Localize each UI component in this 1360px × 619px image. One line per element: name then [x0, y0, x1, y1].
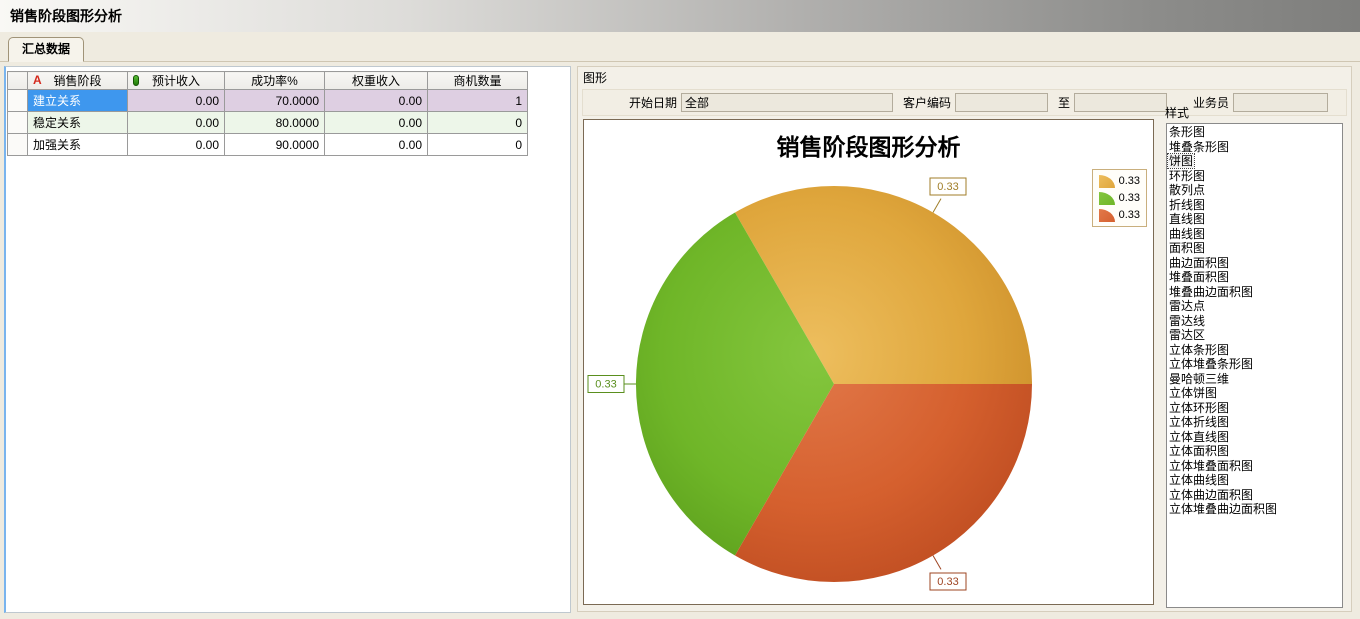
style-list-item[interactable]: 立体面积图	[1168, 444, 1342, 459]
col-header-expected-income[interactable]: 预计收入	[128, 72, 225, 90]
numeric-field-icon	[133, 75, 139, 86]
style-list-item[interactable]: 堆叠曲边面积图	[1168, 285, 1342, 300]
style-list-item[interactable]: 面积图	[1168, 241, 1342, 256]
col-header-sales-stage[interactable]: A 销售阶段	[28, 72, 128, 90]
style-list-item[interactable]: 环形图	[1168, 169, 1342, 184]
table-cell[interactable]: 0.00	[325, 112, 428, 134]
window-title: 销售阶段图形分析	[0, 6, 122, 26]
table-row: 建立关系0.0070.00000.001	[8, 90, 528, 112]
chart-legend: 0.33 0.33 0.33	[1092, 169, 1147, 227]
style-list-item[interactable]: 堆叠面积图	[1168, 270, 1342, 285]
style-list-item[interactable]: 曲边面积图	[1168, 256, 1342, 271]
customer-code-input[interactable]	[955, 93, 1048, 112]
style-list-item[interactable]: 曼哈顿三维	[1168, 372, 1342, 387]
legend-entry: 0.33	[1099, 174, 1140, 188]
customer-code-to-input[interactable]	[1074, 93, 1167, 112]
tab-bar: 汇总数据	[0, 32, 1360, 62]
col-header-weighted-income[interactable]: 权重收入	[325, 72, 428, 90]
row-selector-header[interactable]	[8, 72, 28, 90]
col-header-label: 权重收入	[352, 74, 400, 88]
table-row: 稳定关系0.0080.00000.000	[8, 112, 528, 134]
style-list-item[interactable]: 立体环形图	[1168, 401, 1342, 416]
content-area: A 销售阶段 预计收入 成功率% 权重收入 商机数量	[0, 62, 1360, 619]
row-selector[interactable]	[8, 90, 28, 112]
table-cell[interactable]: 0.00	[325, 134, 428, 156]
style-list-item[interactable]: 雷达区	[1168, 328, 1342, 343]
col-header-label: 商机数量	[453, 74, 501, 88]
style-list-item[interactable]: 立体曲线图	[1168, 473, 1342, 488]
table-cell[interactable]: 0.00	[325, 90, 428, 112]
style-list[interactable]: 条形图堆叠条形图饼图环形图散列点折线图直线图曲线图面积图曲边面积图堆叠面积图堆叠…	[1166, 123, 1343, 608]
col-header-label: 销售阶段	[53, 74, 101, 88]
table-cell[interactable]: 0.00	[128, 112, 225, 134]
grid-body: 建立关系0.0070.00000.001稳定关系0.0080.00000.000…	[8, 90, 528, 156]
legend-entry: 0.33	[1099, 191, 1140, 205]
start-date-label: 开始日期	[629, 94, 677, 111]
style-list-item[interactable]: 散列点	[1168, 183, 1342, 198]
col-header-label: 预计收入	[152, 74, 200, 88]
window-titlebar: 销售阶段图形分析	[0, 0, 1360, 32]
col-header-label: 成功率%	[251, 74, 298, 88]
slice-label: 0.33	[937, 181, 958, 193]
style-list-item[interactable]: 曲线图	[1168, 227, 1342, 242]
label-leader-line	[933, 555, 941, 569]
style-list-item[interactable]: 饼图	[1168, 154, 1342, 169]
col-header-opportunity-count[interactable]: 商机数量	[428, 72, 528, 90]
style-list-item[interactable]: 立体堆叠条形图	[1168, 357, 1342, 372]
style-list-item[interactable]: 雷达线	[1168, 314, 1342, 329]
style-group-label: 样式	[1163, 103, 1349, 123]
table-header-row: A 销售阶段 预计收入 成功率% 权重收入 商机数量	[8, 72, 528, 90]
style-list-item[interactable]: 堆叠条形图	[1168, 140, 1342, 155]
table-row: 加强关系0.0090.00000.000	[8, 134, 528, 156]
style-list-item[interactable]: 立体曲边面积图	[1168, 488, 1342, 503]
table-cell[interactable]: 70.0000	[225, 90, 325, 112]
chart-title: 销售阶段图形分析	[584, 128, 1153, 162]
graph-panel: 图形 开始日期 客户编码 至 业务员 0.330.330.33 销售阶段图形分析…	[577, 66, 1352, 612]
legend-swatch-icon	[1099, 209, 1115, 222]
summary-grid-pane: A 销售阶段 预计收入 成功率% 权重收入 商机数量	[4, 66, 571, 613]
legend-label: 0.33	[1119, 192, 1140, 204]
slice-label: 0.33	[937, 576, 958, 588]
legend-label: 0.33	[1119, 175, 1140, 187]
to-label: 至	[1058, 94, 1070, 111]
table-cell[interactable]: 80.0000	[225, 112, 325, 134]
legend-swatch-icon	[1099, 192, 1115, 205]
table-cell[interactable]: 1	[428, 90, 528, 112]
style-list-item[interactable]: 条形图	[1168, 125, 1342, 140]
table-cell[interactable]: 加强关系	[28, 134, 128, 156]
summary-table: A 销售阶段 预计收入 成功率% 权重收入 商机数量	[7, 71, 528, 156]
table-cell[interactable]: 0	[428, 112, 528, 134]
customer-code-label: 客户编码	[903, 94, 951, 111]
start-date-input[interactable]	[681, 93, 893, 112]
table-cell[interactable]: 稳定关系	[28, 112, 128, 134]
style-list-item[interactable]: 折线图	[1168, 198, 1342, 213]
style-list-item[interactable]: 立体堆叠面积图	[1168, 459, 1342, 474]
legend-entry: 0.33	[1099, 208, 1140, 222]
pie-chart: 0.33 0.33 0.33	[584, 120, 1155, 606]
style-list-item[interactable]: 立体堆叠曲边面积图	[1168, 502, 1342, 517]
row-selector[interactable]	[8, 112, 28, 134]
table-cell[interactable]: 0.00	[128, 134, 225, 156]
graph-group-label: 图形	[578, 67, 1351, 89]
legend-swatch-icon	[1099, 175, 1115, 188]
style-panel: 样式 条形图堆叠条形图饼图环形图散列点折线图直线图曲线图面积图曲边面积图堆叠面积…	[1163, 103, 1349, 609]
col-header-success-rate[interactable]: 成功率%	[225, 72, 325, 90]
style-list-item[interactable]: 立体条形图	[1168, 343, 1342, 358]
tab-summary-data[interactable]: 汇总数据	[8, 37, 84, 62]
row-selector[interactable]	[8, 134, 28, 156]
style-list-item[interactable]: 直线图	[1168, 212, 1342, 227]
label-leader-line	[933, 199, 941, 213]
chart-area: 0.33 0.33 0.33 销售阶段图形分析 0.33 0.33 0.33	[583, 119, 1154, 605]
table-cell[interactable]: 0	[428, 134, 528, 156]
table-cell[interactable]: 90.0000	[225, 134, 325, 156]
style-list-item[interactable]: 雷达点	[1168, 299, 1342, 314]
table-cell[interactable]: 建立关系	[28, 90, 128, 112]
legend-label: 0.33	[1119, 209, 1140, 221]
text-field-icon: A	[33, 73, 42, 87]
style-list-item[interactable]: 立体直线图	[1168, 430, 1342, 445]
table-cell[interactable]: 0.00	[128, 90, 225, 112]
slice-label: 0.33	[595, 379, 616, 391]
style-list-item[interactable]: 立体饼图	[1168, 386, 1342, 401]
style-list-item[interactable]: 立体折线图	[1168, 415, 1342, 430]
